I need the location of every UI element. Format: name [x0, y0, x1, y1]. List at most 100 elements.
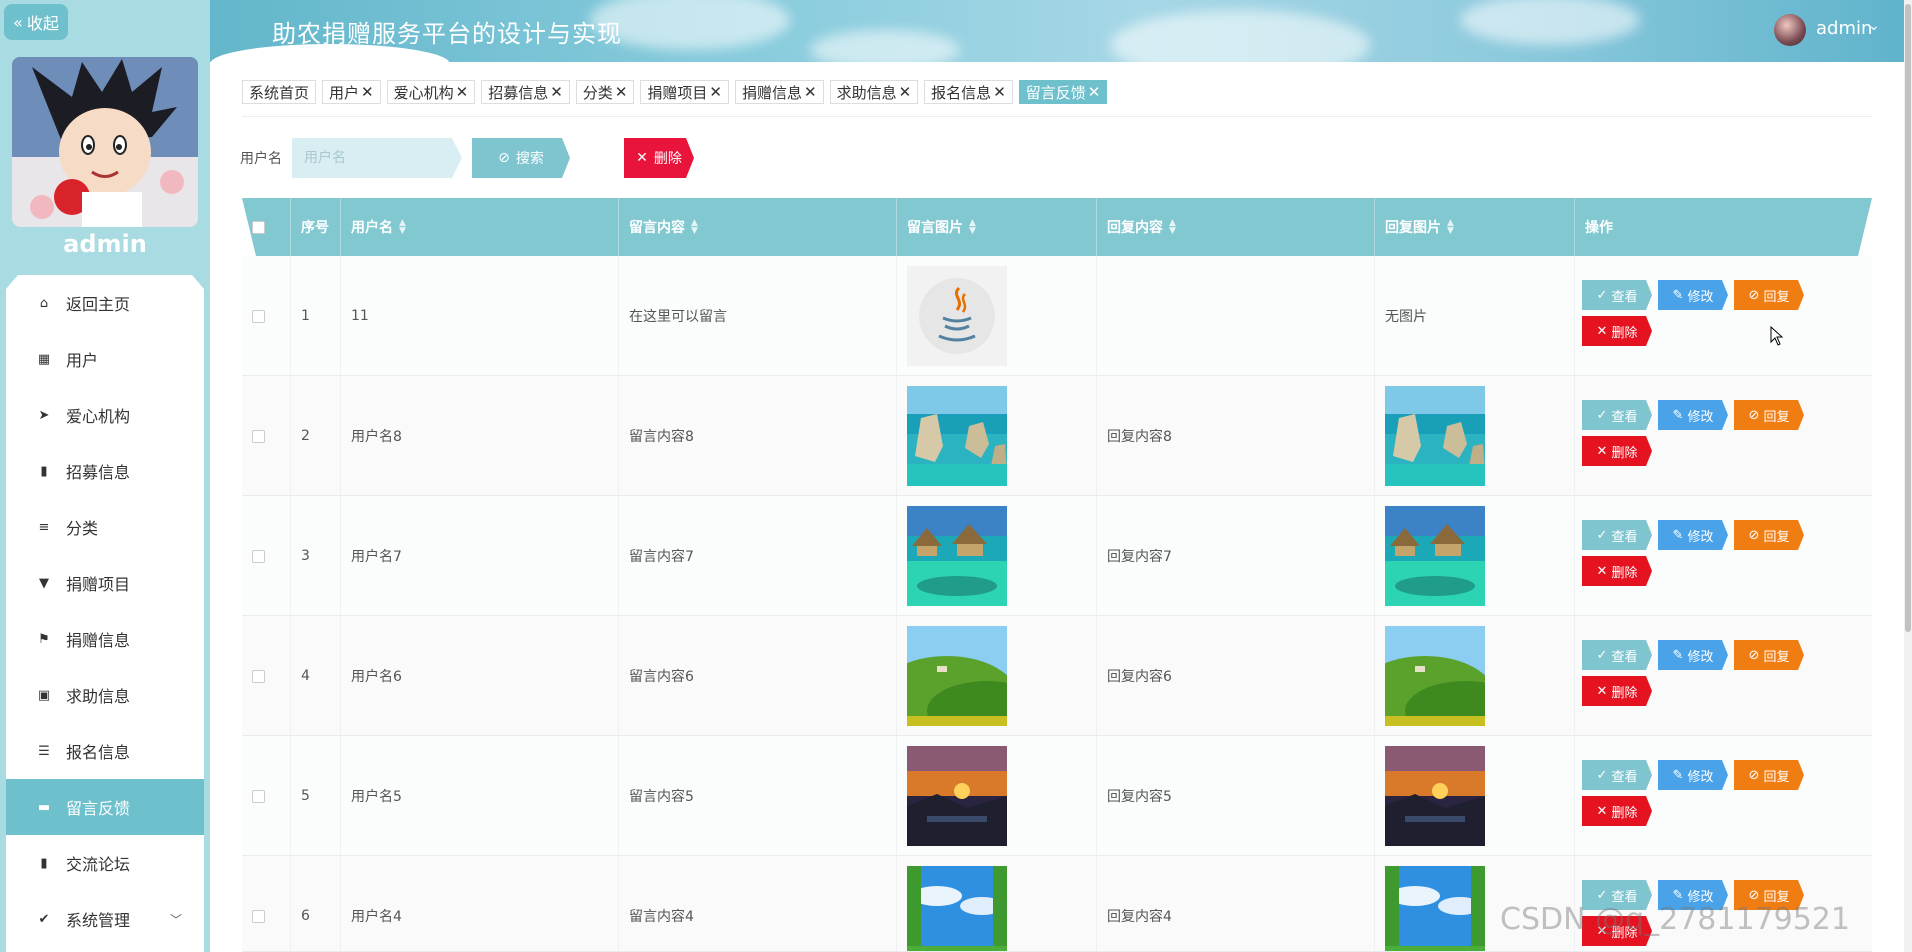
row-checkbox[interactable]: [252, 789, 265, 803]
select-all-checkbox[interactable]: [252, 221, 265, 234]
edit-label: 修改: [1687, 529, 1714, 545]
sort-icon[interactable]: ▲ ▼: [399, 219, 406, 235]
edit-button[interactable]: ✎ 修改: [1658, 520, 1728, 550]
close-icon[interactable]: ✕: [615, 83, 628, 101]
column-header-reply-image[interactable]: 回复图片 ▲ ▼: [1374, 198, 1574, 256]
column-header-content[interactable]: 留言内容 ▲ ▼: [618, 198, 896, 256]
reply-image[interactable]: [1385, 506, 1485, 606]
column-header-reply[interactable]: 回复内容 ▲ ▼: [1096, 198, 1374, 256]
reply-button[interactable]: ⊘ 回复: [1734, 280, 1804, 310]
chevron-down-icon[interactable]: ⌄: [1868, 18, 1880, 34]
tag-label: 爱心机构: [393, 83, 454, 102]
close-icon[interactable]: ✕: [550, 83, 563, 101]
sort-icon[interactable]: ▲ ▼: [969, 219, 976, 235]
sidebar-item-signup-info[interactable]: ☰ 报名信息: [6, 723, 204, 779]
delete-button[interactable]: ✕ 删除: [1582, 316, 1652, 346]
view-label: 查看: [1611, 769, 1638, 785]
tag-charity-org[interactable]: 爱心机构 ✕: [386, 80, 476, 104]
sort-icon[interactable]: ▲ ▼: [1447, 219, 1454, 235]
view-button[interactable]: ✓ 查看: [1582, 760, 1652, 790]
tag-help-info[interactable]: 求助信息 ✕: [829, 80, 919, 104]
close-icon[interactable]: ✕: [804, 83, 817, 101]
reply-label: 回复: [1763, 649, 1790, 665]
row-actions: ✓ 查看 ✎ 修改 ⊘ 回复 ✕ 删除: [1582, 760, 1812, 840]
reply-image[interactable]: [1385, 746, 1485, 846]
view-button[interactable]: ✓ 查看: [1582, 640, 1652, 670]
reply-button[interactable]: ⊘ 回复: [1734, 760, 1804, 790]
tag-category[interactable]: 分类 ✕: [575, 80, 635, 104]
close-icon[interactable]: ✕: [709, 83, 722, 101]
message-image[interactable]: [907, 386, 1007, 486]
sidebar-item-donation-info[interactable]: ⚑ 捐赠信息: [6, 611, 204, 667]
view-button[interactable]: ✓ 查看: [1582, 400, 1652, 430]
tag-home[interactable]: 系统首页: [242, 80, 317, 104]
reply-circle-icon: ⊘: [1748, 407, 1760, 423]
sort-icon[interactable]: ▲ ▼: [1169, 219, 1176, 235]
tag-feedback[interactable]: 留言反馈 ✕: [1018, 80, 1108, 104]
username-search-input[interactable]: [292, 138, 462, 178]
reply-image[interactable]: [1385, 626, 1485, 726]
sidebar-item-system[interactable]: ✔ 系统管理 ﹀: [6, 891, 204, 947]
close-icon[interactable]: ✕: [1088, 83, 1101, 101]
edit-button[interactable]: ✎ 修改: [1658, 280, 1728, 310]
edit-button[interactable]: ✎ 修改: [1658, 760, 1728, 790]
delete-button[interactable]: ✕ 删除: [1582, 556, 1652, 586]
column-header-image[interactable]: 留言图片 ▲ ▼: [896, 198, 1096, 256]
batch-delete-button[interactable]: ✕ 删除: [624, 138, 694, 178]
sidebar-item-charity-org[interactable]: ➤ 爱心机构: [6, 387, 204, 443]
check-icon: ✓: [1596, 767, 1608, 783]
view-button[interactable]: ✓ 查看: [1582, 280, 1652, 310]
message-image[interactable]: [907, 266, 1007, 366]
message-image[interactable]: [907, 866, 1007, 951]
reply-button[interactable]: ⊘ 回复: [1734, 640, 1804, 670]
tag-recruitment[interactable]: 招募信息 ✕: [481, 80, 570, 104]
message-image[interactable]: [907, 506, 1007, 606]
sidebar-item-feedback[interactable]: ▬ 留言反馈: [6, 779, 204, 835]
message-image[interactable]: [907, 626, 1007, 726]
reply-image[interactable]: [1385, 866, 1485, 951]
scrollbar-thumb[interactable]: [1905, 4, 1911, 632]
sidebar-item-home[interactable]: ⌂ 返回主页: [6, 275, 204, 331]
tag-users[interactable]: 用户 ✕: [322, 80, 381, 104]
sidebar-item-category[interactable]: ≡ 分类: [6, 499, 204, 555]
reply-button[interactable]: ⊘ 回复: [1734, 520, 1804, 550]
user-avatar[interactable]: [1774, 14, 1806, 46]
sidebar-item-donation-project[interactable]: ▼ 捐赠项目: [6, 555, 204, 611]
row-checkbox[interactable]: [252, 909, 265, 923]
row-checkbox[interactable]: [252, 429, 265, 443]
reply-image[interactable]: [1385, 386, 1485, 486]
delete-button[interactable]: ✕ 删除: [1582, 676, 1652, 706]
tag-donation-info[interactable]: 捐赠信息 ✕: [734, 80, 824, 104]
reply-button[interactable]: ⊘ 回复: [1734, 400, 1804, 430]
delete-button[interactable]: ✕ 删除: [1582, 436, 1652, 466]
close-icon[interactable]: ✕: [993, 83, 1006, 101]
view-button[interactable]: ✓ 查看: [1582, 520, 1652, 550]
message-image[interactable]: [907, 746, 1007, 846]
row-checkbox[interactable]: [252, 309, 265, 323]
user-menu-name[interactable]: admin: [1816, 18, 1872, 39]
sidebar-item-recruitment[interactable]: ▮ 招募信息: [6, 443, 204, 499]
search-button[interactable]: ⊘ 搜索: [472, 138, 570, 178]
row-checkbox[interactable]: [252, 669, 265, 683]
column-header-username[interactable]: 用户名 ▲ ▼: [340, 198, 618, 256]
row-checkbox[interactable]: [252, 549, 265, 563]
cell-image: [896, 496, 1096, 616]
collapse-sidebar-button[interactable]: « 收起: [4, 4, 68, 40]
home-icon: ⌂: [39, 295, 49, 311]
close-icon[interactable]: ✕: [456, 83, 469, 101]
close-icon[interactable]: ✕: [899, 83, 912, 101]
tag-signup-info[interactable]: 报名信息 ✕: [924, 80, 1013, 104]
sort-icon[interactable]: ▲ ▼: [691, 219, 698, 235]
sidebar-item-forum[interactable]: ▮ 交流论坛: [6, 835, 204, 891]
edit-button[interactable]: ✎ 修改: [1658, 640, 1728, 670]
close-icon[interactable]: ✕: [361, 83, 374, 101]
column-label: 回复内容: [1107, 220, 1163, 236]
sidebar-item-help-info[interactable]: ▣ 求助信息: [6, 667, 204, 723]
edit-button[interactable]: ✎ 修改: [1658, 400, 1728, 430]
search-label: 用户名: [240, 151, 282, 167]
tag-donation-project[interactable]: 捐赠项目 ✕: [640, 80, 729, 104]
table-row: 4 用户名6 留言内容6 回复内容6 ✓ 查看 ✎ 修改 ⊘ 回复 ✕ 删除: [242, 616, 1872, 736]
page-scrollbar[interactable]: [1904, 0, 1912, 952]
sidebar-item-users[interactable]: ▦ 用户: [6, 331, 204, 387]
delete-button[interactable]: ✕ 删除: [1582, 796, 1652, 826]
